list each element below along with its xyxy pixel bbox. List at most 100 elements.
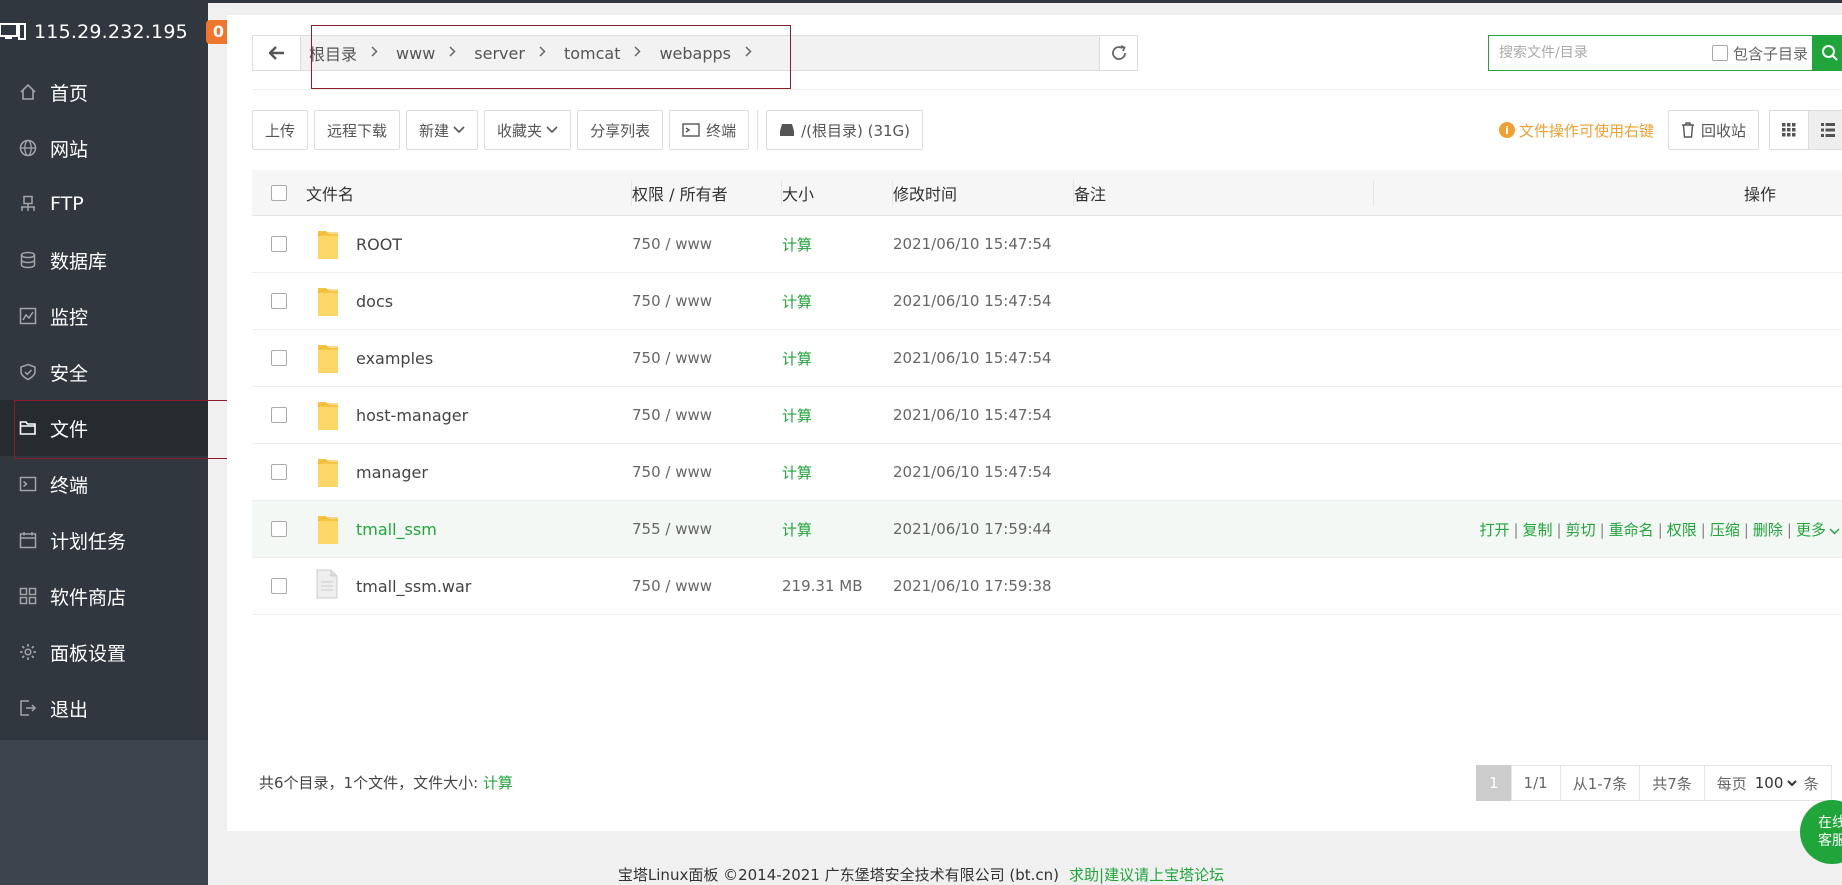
include-subdir-option[interactable]: 包含子目录 bbox=[1712, 43, 1808, 64]
table-row[interactable]: ROOT 750 / www 计算 2021/06/10 15:47:54 bbox=[252, 216, 1842, 273]
row-actions: 打开 | 复制 | 剪切 | 重命名 | 权限 | 压缩 | 删除 | 更多 bbox=[1074, 519, 1842, 540]
column-separator[interactable] bbox=[892, 180, 893, 206]
file-time: 2021/06/10 15:47:54 bbox=[893, 406, 1052, 424]
file-size[interactable]: 计算 bbox=[782, 405, 893, 426]
list-view-button[interactable] bbox=[1808, 110, 1842, 150]
file-size[interactable]: 计算 bbox=[782, 348, 893, 369]
new-button[interactable]: 新建 bbox=[406, 110, 479, 150]
row-checkbox[interactable] bbox=[271, 293, 287, 309]
terminal-label: 终端 bbox=[706, 121, 737, 140]
header-size[interactable]: 大小 bbox=[782, 181, 893, 205]
row-action[interactable]: 压缩 bbox=[1710, 521, 1740, 539]
table-row[interactable]: host-manager 750 / www 计算 2021/06/10 15:47:… bbox=[252, 387, 1842, 444]
sidebar-item-4[interactable]: 监控 bbox=[0, 288, 208, 344]
include-subdir-checkbox[interactable] bbox=[1712, 45, 1728, 61]
disk-button[interactable]: /(根目录) (31G) bbox=[766, 110, 924, 150]
file-size[interactable]: 计算 bbox=[782, 519, 893, 540]
row-action[interactable]: 复制 bbox=[1523, 521, 1553, 539]
file-icon[interactable] bbox=[316, 569, 340, 603]
table-row[interactable]: tmall_ssm.war 750 / www 219.31 MB 2021/06/1… bbox=[252, 558, 1842, 615]
sidebar-item-1[interactable]: 网站 bbox=[0, 120, 208, 176]
file-name[interactable]: docs bbox=[356, 292, 393, 311]
back-button[interactable] bbox=[253, 36, 301, 70]
sidebar-item-5[interactable]: 安全 bbox=[0, 344, 208, 400]
sidebar-item-11[interactable]: 退出 bbox=[0, 680, 208, 736]
row-action[interactable]: 权限 bbox=[1667, 521, 1697, 539]
divider bbox=[252, 89, 1842, 90]
row-checkbox[interactable] bbox=[271, 407, 287, 423]
per-page-select[interactable]: 100 bbox=[1750, 773, 1800, 793]
file-name[interactable]: examples bbox=[356, 349, 433, 368]
select-all-checkbox[interactable] bbox=[271, 184, 287, 201]
folder-icon[interactable] bbox=[316, 341, 340, 375]
folder-icon[interactable] bbox=[316, 398, 340, 432]
forum-link[interactable]: 求助|建议请上宝塔论坛 bbox=[1069, 866, 1224, 884]
per-page-label: 每页 bbox=[1716, 774, 1747, 793]
header-name[interactable]: 文件名 bbox=[306, 181, 632, 205]
sidebar-item-9[interactable]: 软件商店 bbox=[0, 568, 208, 624]
file-perm[interactable]: 750 / www bbox=[632, 292, 782, 310]
file-perm[interactable]: 750 / www bbox=[632, 235, 782, 253]
row-action[interactable]: 剪切 bbox=[1566, 521, 1596, 539]
folder-icon[interactable] bbox=[316, 512, 340, 546]
header-time[interactable]: 修改时间 bbox=[893, 181, 1074, 205]
table-row[interactable]: tmall_ssm 755 / www 计算 2021/06/10 17:59:44 打… bbox=[252, 501, 1842, 558]
sidebar-item-8[interactable]: 计划任务 bbox=[0, 512, 208, 568]
file-name[interactable]: manager bbox=[356, 463, 428, 482]
sidebar-item-7[interactable]: 终端 bbox=[0, 456, 208, 512]
table-row[interactable]: examples 750 / www 计算 2021/06/10 15:47:54 bbox=[252, 330, 1842, 387]
row-checkbox[interactable] bbox=[271, 578, 287, 594]
row-checkbox[interactable] bbox=[271, 350, 287, 366]
table-row[interactable]: docs 750 / www 计算 2021/06/10 15:47:54 bbox=[252, 273, 1842, 330]
recycle-bin-button[interactable]: 回收站 bbox=[1668, 110, 1760, 150]
favorites-button[interactable]: 收藏夹 bbox=[484, 110, 572, 150]
row-checkbox[interactable] bbox=[271, 521, 287, 537]
folder-icon[interactable] bbox=[316, 227, 340, 261]
row-action[interactable]: 更多 bbox=[1796, 521, 1826, 539]
search-button[interactable] bbox=[1812, 35, 1842, 71]
search-input[interactable] bbox=[1489, 36, 1706, 70]
file-manager-panel: 根目录wwwservertomcatwebapps 包含子目录 上传 远程下载 … bbox=[227, 15, 1842, 831]
sidebar-item-label: FTP bbox=[50, 193, 84, 215]
file-name[interactable]: tmall_ssm bbox=[356, 520, 437, 539]
file-perm[interactable]: 755 / www bbox=[632, 520, 782, 538]
top-strip bbox=[0, 0, 1842, 3]
sidebar-item-2[interactable]: FTP bbox=[0, 176, 208, 232]
row-action[interactable]: 删除 bbox=[1753, 521, 1783, 539]
sidebar-item-3[interactable]: 数据库 bbox=[0, 232, 208, 288]
row-checkbox[interactable] bbox=[271, 464, 287, 480]
file-name[interactable]: ROOT bbox=[356, 235, 402, 254]
refresh-button[interactable] bbox=[1099, 36, 1137, 70]
column-separator[interactable] bbox=[781, 180, 782, 206]
remote-download-button[interactable]: 远程下载 bbox=[314, 110, 401, 150]
grid-view-button[interactable] bbox=[1769, 110, 1810, 150]
file-size[interactable]: 计算 bbox=[782, 234, 893, 255]
column-separator[interactable] bbox=[1373, 180, 1374, 206]
file-size[interactable]: 计算 bbox=[782, 462, 893, 483]
file-perm[interactable]: 750 / www bbox=[632, 349, 782, 367]
file-name[interactable]: tmall_ssm.war bbox=[356, 577, 471, 596]
column-separator[interactable] bbox=[631, 180, 632, 206]
summary-text: 共6个目录，1个文件，文件大小: bbox=[259, 774, 483, 792]
file-size[interactable]: 计算 bbox=[782, 291, 893, 312]
column-separator[interactable] bbox=[1073, 180, 1074, 206]
row-action[interactable]: 打开 bbox=[1479, 521, 1509, 539]
sidebar-item-10[interactable]: 面板设置 bbox=[0, 624, 208, 680]
folder-icon[interactable] bbox=[316, 455, 340, 489]
trash-icon bbox=[1682, 122, 1695, 138]
row-action[interactable]: 重命名 bbox=[1609, 521, 1654, 539]
upload-button[interactable]: 上传 bbox=[252, 110, 309, 150]
summary-calc-link[interactable]: 计算 bbox=[483, 774, 513, 792]
page-current[interactable]: 1 bbox=[1476, 765, 1512, 801]
folder-icon[interactable] bbox=[316, 284, 340, 318]
file-perm[interactable]: 750 / www bbox=[632, 577, 782, 595]
terminal-button[interactable]: 终端 bbox=[669, 110, 750, 150]
file-perm[interactable]: 750 / www bbox=[632, 406, 782, 424]
table-row[interactable]: manager 750 / www 计算 2021/06/10 15:47:54 bbox=[252, 444, 1842, 501]
sidebar-item-0[interactable]: 首页 bbox=[0, 64, 208, 120]
share-list-button[interactable]: 分享列表 bbox=[577, 110, 664, 150]
header-perm[interactable]: 权限 / 所有者 bbox=[632, 181, 782, 205]
row-checkbox[interactable] bbox=[271, 236, 287, 252]
file-name[interactable]: host-manager bbox=[356, 406, 468, 425]
file-perm[interactable]: 750 / www bbox=[632, 463, 782, 481]
